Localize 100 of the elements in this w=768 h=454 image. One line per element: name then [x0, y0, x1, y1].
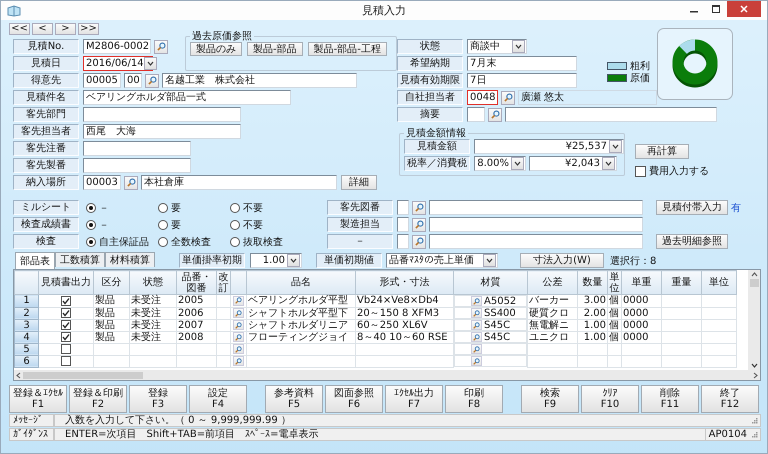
search-button[interactable] — [233, 320, 244, 330]
function-key-button[interactable]: 図面参照 F6 — [325, 385, 383, 413]
row-number[interactable]: 6 — [14, 355, 38, 367]
search-button[interactable] — [412, 200, 426, 214]
column-header[interactable]: 単位 — [702, 270, 736, 294]
past-cost-button[interactable]: 製品のみ — [190, 42, 242, 56]
code-field[interactable]: 00003 — [83, 175, 121, 190]
search-button[interactable] — [471, 296, 482, 306]
past-cost-button[interactable]: 製品-部品-工程 — [308, 42, 387, 56]
function-key-button[interactable]: 登録 F3 — [129, 385, 187, 413]
text-field[interactable]: 西尾 大海 — [83, 124, 241, 139]
radio-button[interactable] — [230, 236, 240, 246]
column-header[interactable]: 見積書出力 — [38, 270, 94, 294]
function-key-button[interactable]: 登録＆印刷 F2 — [69, 385, 127, 413]
detail-button[interactable]: 詳細 — [341, 175, 377, 190]
price-dropdown[interactable]: 品番ﾏｽﾀの売上単価 — [386, 253, 498, 268]
radio-button[interactable] — [158, 202, 168, 212]
text-field[interactable] — [505, 107, 717, 122]
checkbox[interactable] — [61, 344, 71, 354]
checkbox[interactable] — [61, 320, 71, 330]
function-key-button[interactable]: 終了 F12 — [701, 385, 759, 413]
column-header[interactable]: 単重 — [622, 270, 662, 294]
column-header[interactable]: 改訂 — [216, 270, 230, 294]
radio-button[interactable] — [230, 202, 240, 212]
row-number[interactable]: 1 — [14, 294, 38, 307]
search-button[interactable] — [412, 218, 426, 232]
search-button[interactable] — [124, 176, 138, 190]
radio-button[interactable] — [158, 236, 168, 246]
code-field[interactable] — [397, 200, 409, 215]
code-field[interactable] — [397, 217, 409, 232]
code-field[interactable]: 00005 — [83, 73, 121, 88]
column-header[interactable]: 単位 — [608, 270, 622, 294]
close-button[interactable] — [727, 1, 761, 17]
rate-dropdown[interactable]: 1.00 — [250, 253, 302, 268]
search-button[interactable] — [471, 344, 482, 354]
checkbox[interactable] — [61, 308, 71, 318]
code-field[interactable] — [467, 107, 485, 122]
navigation-button[interactable]: << — [9, 23, 30, 35]
search-button[interactable] — [412, 234, 426, 248]
radio-button[interactable] — [86, 236, 96, 246]
row-number[interactable]: 2 — [14, 307, 38, 319]
column-header[interactable]: 状態 — [130, 270, 176, 294]
navigation-button[interactable]: >> — [78, 23, 99, 35]
code-field[interactable]: 00 — [124, 73, 142, 88]
code-field[interactable]: 0048 — [467, 90, 498, 105]
horizontal-scrollbar[interactable] — [14, 370, 760, 380]
column-header[interactable]: 数量 — [578, 270, 608, 294]
search-button[interactable] — [488, 108, 502, 122]
search-button[interactable] — [471, 308, 482, 318]
scrollbar-thumb[interactable] — [750, 279, 758, 287]
function-key-button[interactable]: 登録＆ｴｸｾﾙ F1 — [9, 385, 67, 413]
navigation-button[interactable]: > — [55, 23, 76, 35]
tax-rate-dropdown[interactable]: 8.00% — [474, 156, 526, 171]
function-key-button[interactable]: ｸﾘｱ F10 — [581, 385, 639, 413]
function-key-button[interactable]: 参考資料 F5 — [265, 385, 323, 413]
radio-button[interactable] — [86, 202, 96, 212]
text-field[interactable]: 名越工業 株式会社 — [162, 73, 357, 88]
search-button[interactable] — [471, 332, 482, 342]
status-dropdown[interactable]: 商談中 — [467, 39, 527, 54]
amount-field[interactable]: ¥25,537 — [474, 139, 624, 154]
code-field[interactable] — [397, 234, 409, 249]
checkbox[interactable] — [635, 166, 646, 176]
column-header[interactable]: 品名 — [246, 270, 356, 294]
scrollbar-thumb[interactable] — [23, 372, 143, 378]
tab[interactable]: 部品表 — [15, 252, 55, 269]
vertical-scrollbar[interactable] — [748, 270, 760, 370]
text-field[interactable] — [83, 158, 191, 173]
navigation-button[interactable]: < — [32, 23, 53, 35]
tab[interactable]: 工数積算 — [55, 252, 105, 267]
text-field[interactable] — [83, 141, 191, 156]
tax-amount-field[interactable]: ¥2,043 — [529, 156, 617, 171]
search-button[interactable] — [501, 90, 515, 104]
text-field[interactable] — [83, 107, 241, 122]
function-key-button[interactable]: 設定 F4 — [189, 385, 247, 413]
text-field[interactable]: 7月末 — [467, 56, 577, 71]
search-button[interactable] — [233, 356, 244, 366]
search-button[interactable] — [233, 296, 244, 306]
text-field[interactable]: M2806-0002 — [83, 39, 151, 54]
checkbox[interactable] — [61, 332, 71, 342]
function-key-button[interactable]: ｴｸｾﾙ出力 F7 — [385, 385, 443, 413]
dimension-button[interactable]: 寸法入力(W) — [520, 253, 604, 268]
search-button[interactable] — [233, 308, 244, 318]
column-header[interactable]: 公差 — [528, 270, 578, 294]
function-key-button[interactable]: 削除 F11 — [641, 385, 699, 413]
row-number[interactable]: 4 — [14, 331, 38, 343]
text-field[interactable]: 本社倉庫 — [141, 175, 337, 190]
column-header[interactable]: 重量 — [662, 270, 702, 294]
radio-button[interactable] — [158, 220, 168, 230]
row-number[interactable]: 5 — [14, 343, 38, 355]
radio-button[interactable] — [230, 220, 240, 230]
function-key-button[interactable]: 印刷 F8 — [445, 385, 503, 413]
search-button[interactable] — [145, 74, 159, 88]
column-header[interactable]: 区分 — [94, 270, 130, 294]
row-number[interactable]: 3 — [14, 319, 38, 331]
checkbox[interactable] — [61, 356, 71, 366]
text-field[interactable] — [429, 200, 643, 215]
column-header[interactable]: 材質 — [454, 270, 528, 294]
past-cost-button[interactable]: 製品-部品 — [247, 42, 303, 56]
search-button[interactable] — [471, 320, 482, 330]
side-button[interactable]: 見積付帯入力 — [656, 200, 728, 215]
